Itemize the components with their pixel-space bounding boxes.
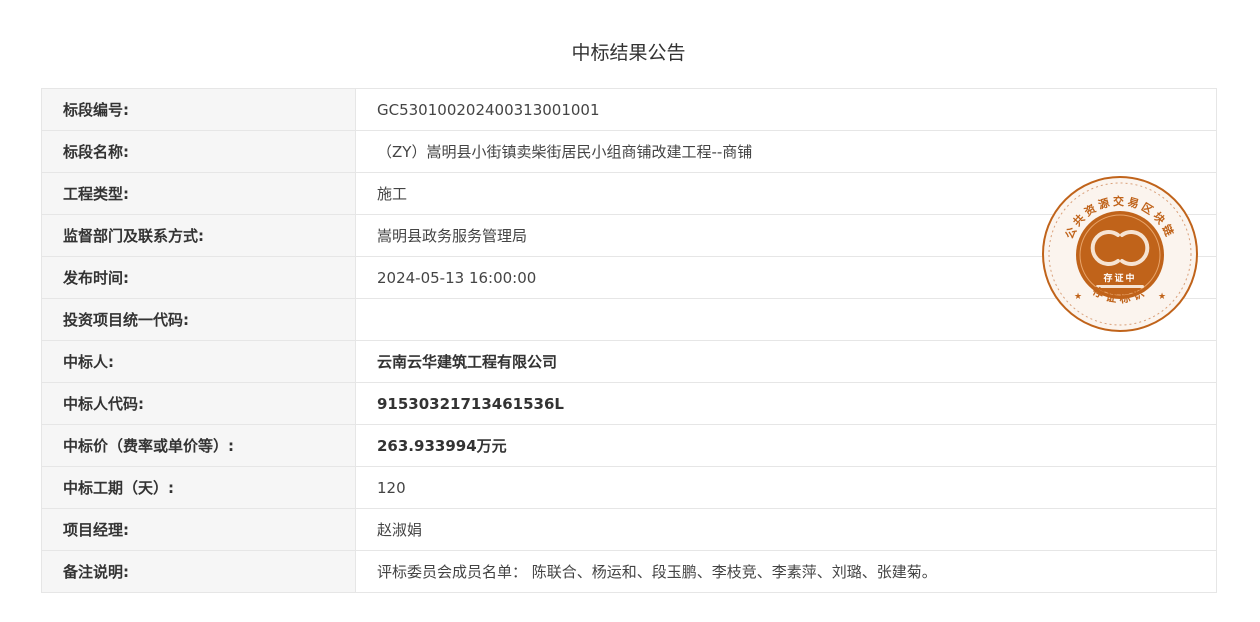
row-value-section-number: GC530100202400313001001 (355, 88, 1217, 131)
row-label-remarks: 备注说明: (41, 550, 356, 593)
row-label-project-manager: 项目经理: (41, 508, 356, 551)
row-label-publish-time: 发布时间: (41, 256, 356, 299)
table-row: 中标价（费率或单价等）: 263.933994万元 (41, 424, 1217, 467)
table-row: 标段编号: GC530100202400313001001 (41, 88, 1217, 131)
table-row: 备注说明: 评标委员会成员名单： 陈联合、杨运和、段玉鹏、李枝竞、李素萍、刘璐、… (41, 550, 1217, 593)
row-label-bid-price: 中标价（费率或单价等）: (41, 424, 356, 467)
row-label-winner-code: 中标人代码: (41, 382, 356, 425)
row-value-project-manager: 赵淑娟 (355, 508, 1217, 551)
row-label-section-number: 标段编号: (41, 88, 356, 131)
page-title: 中标结果公告 (571, 42, 686, 64)
table-row: 中标工期（天）: 120 (41, 466, 1217, 509)
table-row: 中标人代码: 91530321713461536L (41, 382, 1217, 425)
row-label-project-type: 工程类型: (41, 172, 356, 215)
table-row: 中标人: 云南云华建筑工程有限公司 (41, 340, 1217, 383)
row-value-winner: 云南云华建筑工程有限公司 (355, 340, 1217, 383)
row-label-investment-code: 投资项目统一代码: (41, 298, 356, 341)
star-icon: ★ (1158, 292, 1166, 302)
row-label-winner: 中标人: (41, 340, 356, 383)
announcement-table: 标段编号: GC530100202400313001001 标段名称: （ZY）… (41, 88, 1217, 593)
row-value-bid-price: 263.933994万元 (355, 424, 1217, 467)
row-label-supervisor: 监督部门及联系方式: (41, 214, 356, 257)
seal-center-text: 存证中 (1103, 272, 1136, 284)
row-value-section-name: （ZY）嵩明县小街镇卖柴街居民小组商铺改建工程--商铺 (355, 130, 1217, 173)
row-label-duration: 中标工期（天）: (41, 466, 356, 509)
table-row: 标段名称: （ZY）嵩明县小街镇卖柴街居民小组商铺改建工程--商铺 (41, 130, 1217, 173)
table-row: 项目经理: 赵淑娟 (41, 508, 1217, 551)
row-value-remarks: 评标委员会成员名单： 陈联合、杨运和、段玉鹏、李枝竞、李素萍、刘璐、张建菊。 (355, 550, 1217, 593)
star-icon: ★ (1074, 292, 1082, 302)
row-value-winner-code: 91530321713461536L (355, 382, 1217, 425)
row-label-section-name: 标段名称: (41, 130, 356, 173)
row-value-duration: 120 (355, 466, 1217, 509)
blockchain-seal-stamp: 公共资源交易区块链 存证中 ★ ★ 存证标识 (1042, 176, 1198, 332)
